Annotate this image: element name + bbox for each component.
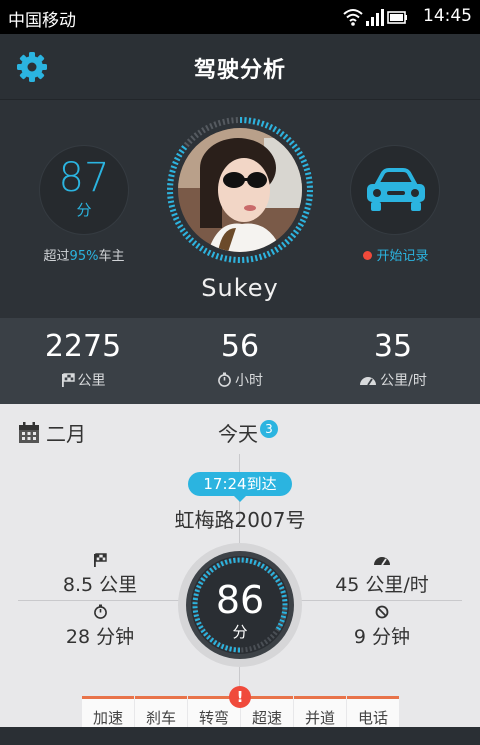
wifi-icon [343,9,363,22]
profile-section: 87 分 超过95%车主 Sukey 开始记录 [0,100,480,318]
today-tab[interactable]: 今天 3 [218,418,278,447]
speedometer-icon [374,557,390,566]
stat-avg-speed-label: 公里/时 [380,373,427,389]
clock: 14:45 [423,6,472,26]
caption-percent: 95% [69,249,99,264]
stat-avg-speed: 35 公里/时 [313,330,473,390]
signal-icon [366,9,384,26]
start-record-label: 开始记录 [376,249,429,264]
flag-icon [61,373,75,387]
status-bar: 中国移动 14:45 [0,0,480,34]
avatar [178,128,302,252]
driving-score-value: 87 [58,155,110,201]
avatar-container[interactable] [166,116,314,264]
trip-score-gauge[interactable]: 86 分 [176,541,304,669]
event-label: 超速 [251,709,282,727]
driving-score-badge[interactable]: 87 分 [39,145,129,235]
car-button[interactable] [350,145,440,235]
stat-distance: 2275 公里 [3,330,163,390]
flag-icon [94,553,107,567]
alert-icon: ! [229,686,251,708]
trip-address: 虹梅路2007号 [174,508,306,532]
battery-icon [387,11,407,24]
arrival-time-pill: 17:24到达 [188,472,292,502]
stat-hours-value: 56 [220,329,260,364]
stopwatch-icon [218,372,231,387]
car-icon [367,168,425,211]
trip-idle-value: 9 分钟 [353,626,411,648]
trip-distance-value: 8.5 公里 [62,574,138,596]
carrier-name: 中国移动 [8,11,76,31]
trip-duration-value: 28 分钟 [65,626,135,648]
month-selector[interactable]: 二月 [18,418,86,447]
event-label: 电话 [357,709,388,727]
trip-distance: 8.5 公里 [20,552,180,597]
trip-summary-panel: 二月 今天 3 17:24到达 虹梅路2007号 8.5 公里 45 公里/时 2… [0,404,480,745]
trip-score-value: 86 [216,578,264,622]
stat-hours: 56 小时 [160,330,320,390]
score-rank-caption: 超过95%车主 [20,245,148,264]
calendar-icon [19,422,39,443]
speedometer-icon [360,377,377,386]
username: Sukey [201,274,279,302]
caption-suffix: 车主 [98,249,125,264]
trip-speed: 45 公里/时 [302,552,462,597]
caption-prefix: 超过 [43,249,70,264]
today-trip-count-badge: 3 [260,420,278,438]
today-label: 今天 [218,422,258,446]
event-label: 转弯 [198,709,229,727]
title-bar: 驾驶分析 [0,34,480,100]
bottom-navigation-edge [0,727,480,745]
trip-speed-value: 45 公里/时 [335,574,429,596]
trip-duration: 28 分钟 [20,604,180,649]
stats-row: 2275 公里 56 小时 35 公里/时 [0,318,480,404]
page-title: 驾驶分析 [193,58,286,83]
event-label: 并道 [304,709,335,727]
stat-hours-label: 小时 [235,373,263,389]
driving-score-unit: 分 [76,201,92,219]
record-dot-icon [363,251,373,260]
stat-distance-value: 2275 [44,329,122,364]
no-entry-icon [375,605,389,619]
stat-distance-label: 公里 [77,373,106,389]
avatar-photo [178,128,302,252]
event-label: 加速 [92,709,123,727]
trip-idle-time: 9 分钟 [302,604,462,649]
stopwatch-icon [93,604,107,619]
stat-avg-speed-value: 35 [373,329,413,364]
trip-score-unit: 分 [232,623,247,641]
month-label: 二月 [46,422,86,446]
event-label: 刹车 [145,709,176,727]
status-icons [343,9,407,26]
start-record-button[interactable]: 开始记录 [356,245,436,264]
